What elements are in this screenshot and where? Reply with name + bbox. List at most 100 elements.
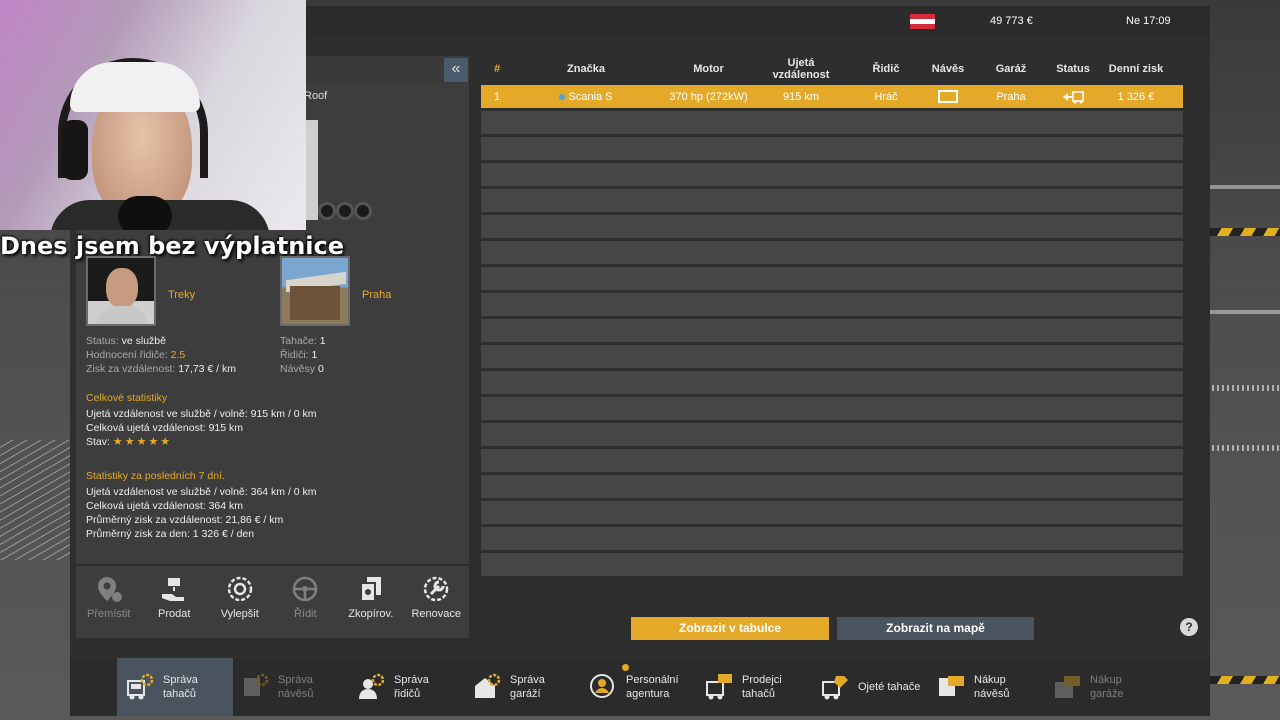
truck-name: Roof [304,90,328,102]
used-truck-tag-icon [822,676,848,700]
table-view-button[interactable]: Zobrazit v tabulce [631,617,829,640]
week-stats: Ujetá vzdálenost ve službě / volně: 364 … [86,486,317,540]
table-row-empty [481,189,1183,212]
week-stats-title: Statistiky za posledních 7 dní. [86,470,225,482]
truck-dealer-icon [706,674,732,700]
truck-image [304,120,374,230]
total-stats-title: Celkové statistiky [86,392,168,404]
country-flag-icon [910,14,935,29]
brand-dot-icon [559,93,566,100]
garage-gear-icon [475,673,501,698]
background-warning-stripe [1210,228,1280,236]
garage-card-icon [1055,676,1080,698]
col-garage[interactable]: Garáž [981,55,1041,83]
truck-gear-icon [127,673,154,700]
map-view-button[interactable]: Zobrazit na mapě [837,617,1034,640]
webcam-overlay [0,0,306,230]
table-row-empty [481,137,1183,160]
sell-button[interactable]: Prodat [142,566,208,638]
nav-trailer-management[interactable]: Správa návěsů [240,658,350,716]
copy-button[interactable]: Zkopírov. [338,566,404,638]
table-row-empty [481,163,1183,186]
garage-name-link[interactable]: Praha [362,289,391,301]
nav-driver-management[interactable]: Správa řidičů [356,658,466,716]
table-row[interactable]: 1 Scania S 370 hp (272kW) 915 km Hráč Pr… [481,85,1183,108]
truck-status-icon [1063,90,1084,103]
table-row-empty [481,423,1183,446]
upgrade-button[interactable]: Vylepšit [207,566,273,638]
rating-stars-icon: ★★★★★ [112,436,173,448]
money-balance: 49 773 € [990,15,1033,27]
col-status[interactable]: Status [1043,55,1103,83]
background-grate [0,440,70,560]
table-row-empty [481,241,1183,264]
trailer-gear-icon [244,673,269,696]
driver-portrait[interactable] [86,256,156,326]
trailer-card-icon [939,676,964,696]
wrench-gear-icon [424,576,449,602]
steering-wheel-icon [293,576,318,602]
total-stats: Ujetá vzdálenost ve službě / volně: 915 … [86,408,317,448]
nav-buy-trailers[interactable]: Nákup návěsů [936,658,1046,716]
table-row-empty [481,267,1183,290]
table-header: # Značka Motor Ujetá vzdálenost Řidič Ná… [481,55,1183,83]
nav-truck-dealers[interactable]: Prodejci tahačů [704,658,814,716]
cell-brand: Scania S [551,85,621,108]
col-brand[interactable]: Značka [551,55,621,83]
driver-gear-icon [359,673,385,699]
driver-info: Status: ve službě Hodnocení řidiče: 2.5 … [86,335,236,375]
copy-gear-icon [359,577,381,602]
nav-truck-management[interactable]: Správa tahačů [117,658,233,716]
table-row-empty [481,449,1183,472]
cell-garage: Praha [996,90,1026,103]
gear-icon [227,576,252,602]
table-row-empty [481,501,1183,524]
driver-name-link[interactable]: Treky [168,289,195,301]
truck-actions-toolbar: Přemístit Prodat Vylepšit Řídit Zkopírov… [76,566,469,638]
col-distance[interactable]: Ujetá vzdálenost [761,55,841,83]
background-grate [1212,445,1280,451]
table-row-empty [481,345,1183,368]
table-row-empty [481,527,1183,550]
col-number[interactable]: # [481,55,513,83]
garage-info: Tahače: 1 Řidiči: 1 Návěsy 0 [280,335,326,375]
table-row-empty [481,371,1183,394]
hand-sell-icon [162,578,185,601]
nav-used-trucks[interactable]: Ojeté tahače [820,658,930,716]
top-bar [306,6,1210,38]
background-road-line [1210,310,1280,314]
nav-recruitment-agency[interactable]: Personální agentura [588,658,698,716]
notification-dot-icon [622,664,629,671]
cell-number: 1 [493,90,501,103]
col-driver[interactable]: Řidič [856,55,916,83]
cell-trailer [921,85,975,108]
cell-driver: Hráč [874,90,898,103]
background-grate [1212,385,1280,391]
trailer-icon [938,90,958,103]
table-row-empty [481,475,1183,498]
cell-engine: 370 hp (272kW) [669,90,748,103]
collapse-panel-button[interactable]: « [444,58,468,82]
game-clock: Ne 17:09 [1126,15,1171,27]
nav-buy-garages[interactable]: Nákup garáže [1052,658,1162,716]
help-icon[interactable]: ? [1180,618,1198,636]
table-row-empty [481,111,1183,134]
drive-button[interactable]: Řídit [273,566,339,638]
table-row-empty [481,319,1183,342]
relocate-button[interactable]: Přemístit [76,566,142,638]
cell-daily-profit: 1 326 € [1117,90,1155,103]
garage-portrait[interactable] [280,256,350,326]
nav-garage-management[interactable]: Správa garáží [472,658,582,716]
table-row-empty [481,215,1183,238]
trucks-table: # Značka Motor Ujetá vzdálenost Řidič Ná… [481,55,1183,576]
col-trailer[interactable]: Návěs [921,55,975,83]
col-engine[interactable]: Motor [671,55,746,83]
renovate-button[interactable]: Renovace [404,566,470,638]
map-pin-gear-icon [97,577,122,602]
table-row-empty [481,293,1183,316]
cell-distance: 915 km [782,90,820,103]
agency-search-icon [590,674,614,698]
col-daily-profit[interactable]: Denní zisk [1103,55,1169,83]
background-road-line [1210,185,1280,189]
table-row-empty [481,397,1183,420]
